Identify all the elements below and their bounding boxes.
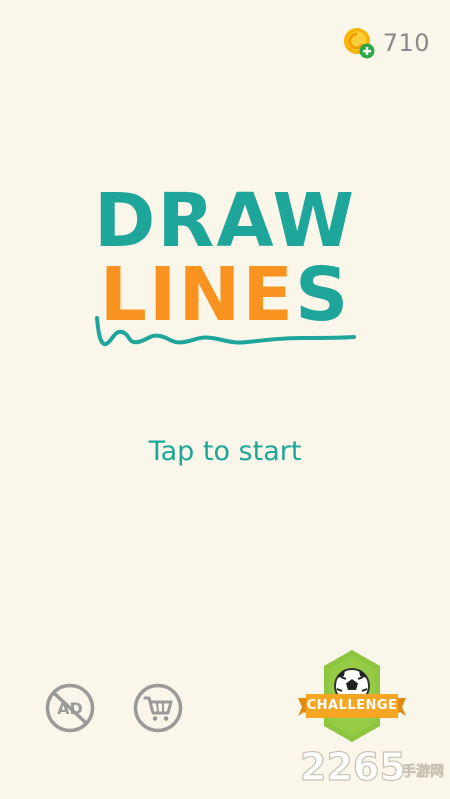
tap-to-start-prompt[interactable]: Tap to start bbox=[0, 436, 450, 467]
logo-word-draw: DRAW bbox=[94, 178, 356, 264]
challenge-label: CHALLENGE bbox=[306, 698, 398, 713]
coin-icon bbox=[343, 27, 375, 59]
challenge-button[interactable]: CHALLENGE bbox=[292, 648, 412, 748]
logo-squiggle-line bbox=[95, 316, 356, 347]
coin-count: 710 bbox=[382, 29, 430, 57]
watermark-number: 2265 bbox=[300, 745, 406, 789]
no-ads-icon: AD bbox=[45, 683, 95, 733]
shopping-cart-icon bbox=[133, 683, 183, 733]
site-watermark: 2265 手游网 bbox=[299, 744, 444, 789]
watermark-suffix: 手游网 bbox=[402, 763, 444, 780]
shop-button[interactable] bbox=[133, 683, 183, 733]
main-menu-screen[interactable]: 710 DRAW LINES Tap to start AD bbox=[0, 0, 450, 799]
game-logo: DRAW LINES bbox=[0, 175, 450, 375]
coin-counter[interactable]: 710 bbox=[343, 26, 430, 60]
remove-ads-button[interactable]: AD bbox=[45, 683, 95, 733]
